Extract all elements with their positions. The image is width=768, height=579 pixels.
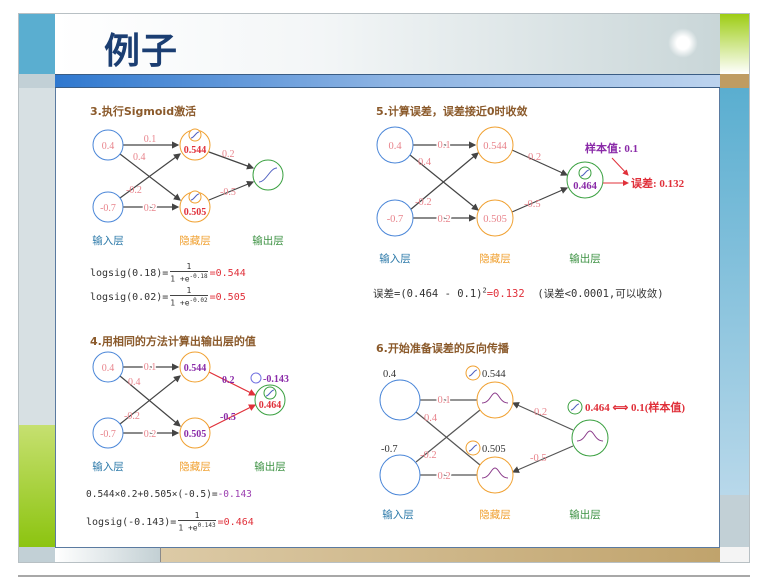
formula-lhs: logsig(0.18)= xyxy=(90,267,169,279)
fraction-denominator: 1 +e xyxy=(170,298,190,308)
hidden-node xyxy=(476,456,514,494)
input-node xyxy=(379,379,421,421)
input-layer-label: 输入层 xyxy=(92,234,124,247)
hidden-node xyxy=(476,381,514,419)
weight-label: -0.2 xyxy=(124,411,140,422)
weight-label: 0.2 xyxy=(528,152,541,163)
input-layer-label: 输入层 xyxy=(92,460,124,473)
exponent: 0.143 xyxy=(197,522,216,529)
output-layer-label: 输出层 xyxy=(569,252,601,265)
formula-result: =0.544 xyxy=(209,267,246,279)
panel4-formula-2: logsig(-0.143)= 1 1 +e0.143 =0.464 xyxy=(86,511,254,533)
hidden-value: 0.544 xyxy=(482,369,506,380)
weight-label: 0.2 xyxy=(144,203,157,214)
sample-value-label: 样本值: 0.1 xyxy=(585,141,638,155)
fraction-numerator: 1 xyxy=(178,511,216,521)
output-value: 0.464 xyxy=(259,400,282,411)
fraction: 1 1 +e0.143 xyxy=(178,511,216,533)
weight-label: 0.4 xyxy=(128,377,141,388)
exponent: -0.18 xyxy=(189,273,208,280)
panel4-formula-1: 0.544×0.2+0.505×(-0.5)=-0.143 xyxy=(86,489,252,500)
exponent: -0.02 xyxy=(189,297,208,304)
formula-result: =0.464 xyxy=(217,516,254,528)
weight-label: -0.2 xyxy=(126,185,142,196)
hidden-layer-label: 隐藏层 xyxy=(179,235,211,247)
output-layer-label: 输出层 xyxy=(569,508,601,521)
panel3-network: 0.4 -0.7 0.1 0.4 -0.2 0.2 0.2 -0.5 0.544… xyxy=(92,128,284,223)
input-value: -0.7 xyxy=(100,429,116,440)
weight-label: -0.5 xyxy=(220,412,236,423)
weight-label: 0.2 xyxy=(222,375,235,386)
input-value: -0.7 xyxy=(381,444,398,455)
input-node xyxy=(379,454,421,496)
input-value: -0.7 xyxy=(387,214,404,225)
weight-label: -0.2 xyxy=(415,197,432,208)
panel5-formula: 误差=(0.464 - 0.1)2=0.132 (误差<0.0001,可以收敛) xyxy=(373,286,664,301)
panel6-network: 0.4 -0.7 0.544 0.505 0.1 0.4 -0.2 0.2 0.… xyxy=(379,365,685,496)
panel3-formula-1: logsig(0.18)= 1 1 +e-0.18 =0.544 xyxy=(90,262,246,284)
formula-lhs: 误差=(0.464 - 0.1) xyxy=(373,288,483,300)
output-compare-label: 0.464 ⟺ 0.1(样本值) xyxy=(585,400,685,414)
formula-lhs: 0.544×0.2+0.505×(-0.5)= xyxy=(86,489,218,500)
hidden-value: 0.505 xyxy=(184,207,207,218)
hidden-value: 0.544 xyxy=(483,141,507,152)
weight-label: 0.2 xyxy=(222,149,235,160)
hidden-value: 0.544 xyxy=(184,145,207,156)
output-node xyxy=(571,419,609,457)
sum-icon xyxy=(250,372,262,384)
hidden-value: 0.505 xyxy=(483,214,507,225)
formula-lhs: logsig(-0.143)= xyxy=(86,516,177,528)
weight-label: -0.5 xyxy=(530,453,547,464)
output-layer-label: 输出层 xyxy=(254,460,286,473)
weight-label: -0.5 xyxy=(220,187,236,198)
fraction: 1 1 +e-0.18 xyxy=(170,262,208,284)
weight-label: -0.2 xyxy=(420,450,437,461)
fraction-numerator: 1 xyxy=(170,262,208,272)
input-value: 0.4 xyxy=(102,363,115,374)
weight-label: 0.1 xyxy=(144,362,157,373)
output-value: 0.464 xyxy=(573,181,597,192)
weight-label: 0.1 xyxy=(437,395,450,406)
fraction-numerator: 1 xyxy=(170,286,208,296)
weight-label: 0.2 xyxy=(534,407,547,418)
weight-label: 0.2 xyxy=(144,429,157,440)
input-value: 0.4 xyxy=(388,141,402,152)
weight-label: 0.4 xyxy=(424,413,438,424)
weight-label: 0.2 xyxy=(437,214,450,225)
formula-result: -0.143 xyxy=(217,489,252,500)
hidden-layer-label: 隐藏层 xyxy=(479,253,511,265)
hidden-layer-label: 隐藏层 xyxy=(479,509,511,521)
hidden-value: 0.505 xyxy=(184,429,207,440)
weight-label: 0.1 xyxy=(437,140,450,151)
output-layer-label: 输出层 xyxy=(252,234,284,247)
panel4-network: 0.4 -0.7 0.1 0.4 -0.2 0.2 0.544 0.505 0.… xyxy=(92,351,289,449)
panel5-network: 0.4 -0.7 0.1 0.4 -0.2 0.2 0.2 -0.5 0.544… xyxy=(376,126,685,237)
weight-label: 0.2 xyxy=(437,471,450,482)
hidden-layer-label: 隐藏层 xyxy=(179,461,211,473)
weight-label: -0.5 xyxy=(524,199,541,210)
formula-result: =0.132 xyxy=(486,288,525,300)
fraction-denominator: 1 +e xyxy=(170,274,190,284)
formula-note: (误差<0.0001,可以收敛) xyxy=(537,288,664,300)
fraction: 1 1 +e-0.02 xyxy=(170,286,208,308)
input-layer-label: 输入层 xyxy=(382,508,414,521)
weight-label: 0.4 xyxy=(133,152,146,163)
input-value: -0.7 xyxy=(100,203,116,214)
fraction-denominator: 1 +e xyxy=(178,523,198,533)
weight-label: 0.4 xyxy=(418,157,432,168)
error-label: 误差: 0.132 xyxy=(631,176,685,190)
input-layer-label: 输入层 xyxy=(379,252,411,265)
input-value: 0.4 xyxy=(102,141,115,152)
sum-value: -0.143 xyxy=(263,374,289,385)
formula-result: =0.505 xyxy=(209,291,246,303)
hidden-value: 0.544 xyxy=(184,363,207,374)
hidden-value: 0.505 xyxy=(482,444,506,455)
panel3-formula-2: logsig(0.02)= 1 1 +e-0.02 =0.505 xyxy=(90,286,246,308)
formula-lhs: logsig(0.02)= xyxy=(90,291,169,303)
input-value: 0.4 xyxy=(383,369,397,380)
weight-label: 0.1 xyxy=(144,134,157,145)
